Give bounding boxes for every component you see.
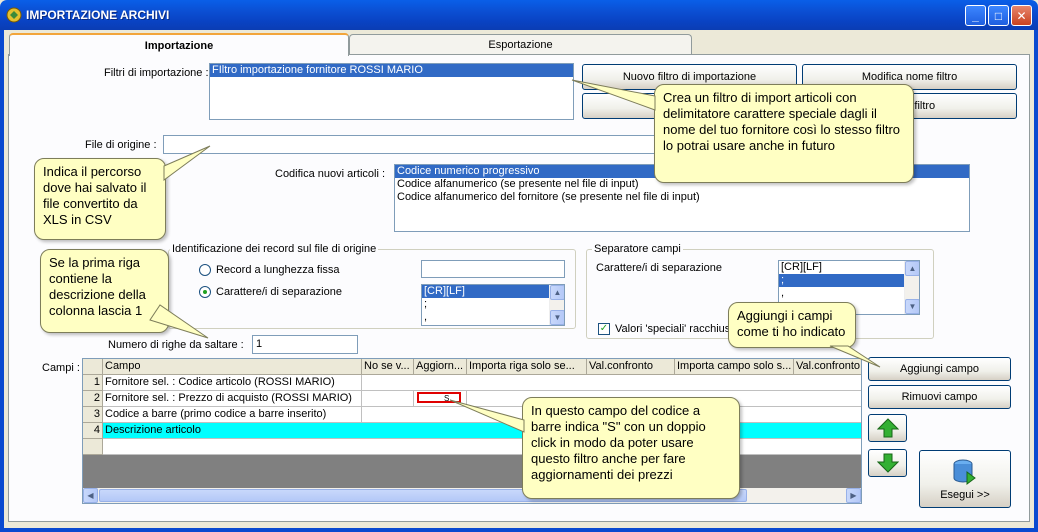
callout-pointers [149,79,881,433]
